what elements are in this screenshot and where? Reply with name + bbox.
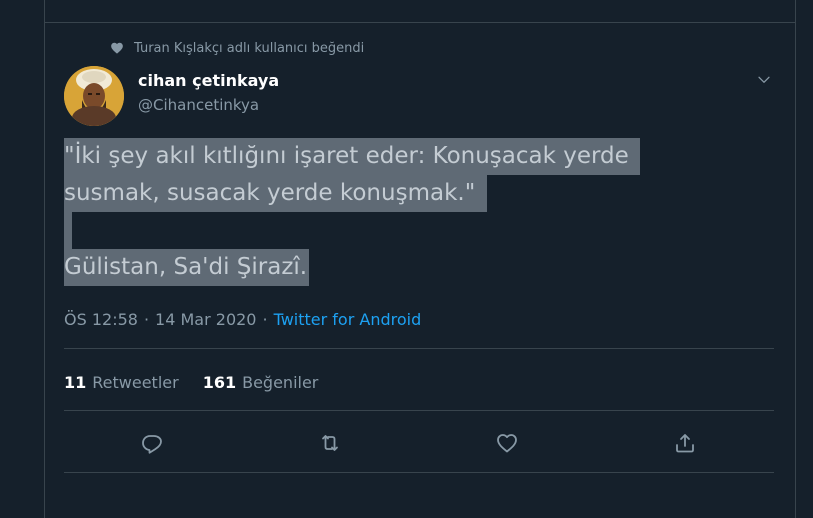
divider bbox=[64, 348, 774, 349]
tweet-text-line-4: Gülistan, Sa'di Şirazî. bbox=[64, 249, 310, 286]
tweet-text-line-2: susmak, susacak yerde konuşmak." bbox=[64, 175, 478, 212]
divider bbox=[64, 410, 774, 411]
chevron-down-icon bbox=[758, 76, 770, 83]
right-gutter bbox=[796, 0, 813, 518]
retweet-button[interactable] bbox=[311, 424, 349, 462]
heart-icon bbox=[111, 42, 123, 54]
tweet-stats: 11 Retweetler 161 Beğeniler bbox=[64, 370, 342, 394]
selection-padding bbox=[630, 138, 641, 175]
likes-count: 161 bbox=[202, 372, 237, 392]
meta-separator: · bbox=[262, 309, 268, 329]
tweet-text: "İki şey akıl kıtlığını işaret eder: Kon… bbox=[64, 138, 641, 286]
tweet-source-link[interactable]: Twitter for Android bbox=[274, 310, 422, 329]
tweet-time[interactable]: ÖS 12:58 bbox=[64, 310, 138, 329]
likes-label: Beğeniler bbox=[242, 372, 319, 392]
author-block: cihan çetinkaya @Cihancetinkya bbox=[138, 70, 279, 116]
more-options-button[interactable] bbox=[754, 70, 774, 90]
social-context-text[interactable]: Turan Kışlakçı adlı kullanıcı beğendi bbox=[134, 41, 364, 56]
avatar-image bbox=[64, 66, 124, 126]
meta-separator: · bbox=[143, 309, 150, 329]
likes-stat[interactable]: 161 Beğeniler bbox=[203, 373, 319, 392]
tweet-text-line: Gülistan, Sa'di Şirazî. bbox=[64, 249, 640, 286]
like-button[interactable] bbox=[488, 424, 526, 462]
divider bbox=[64, 472, 774, 473]
tweet-page: Turan Kışlakçı adlı kullanıcı beğendi ci… bbox=[0, 0, 813, 518]
tweet-text-line: susmak, susacak yerde konuşmak." bbox=[64, 175, 640, 212]
tweet-date[interactable]: 14 Mar 2020 bbox=[155, 310, 256, 329]
tweet-meta: ÖS 12:58 · 14 Mar 2020 · Twitter for And… bbox=[64, 307, 421, 331]
selection-empty-line bbox=[64, 212, 72, 249]
avatar[interactable] bbox=[64, 66, 124, 126]
retweet-icon bbox=[322, 435, 338, 451]
retweets-stat[interactable]: 11 Retweetler bbox=[64, 373, 179, 392]
column-border-left bbox=[44, 0, 45, 518]
tweet-text-blank-line bbox=[64, 212, 640, 249]
tweet-actions bbox=[64, 424, 774, 462]
retweets-count: 11 bbox=[64, 372, 87, 392]
reply-icon bbox=[142, 435, 162, 454]
reply-button[interactable] bbox=[133, 424, 171, 462]
top-divider bbox=[44, 22, 795, 23]
author-name[interactable]: cihan çetinkaya bbox=[138, 70, 279, 92]
social-context: Turan Kışlakçı adlı kullanıcı beğendi bbox=[110, 38, 364, 58]
selection-padding bbox=[477, 175, 487, 212]
retweets-label: Retweetler bbox=[92, 372, 179, 392]
share-button[interactable] bbox=[666, 424, 704, 462]
share-icon bbox=[676, 434, 694, 453]
tweet-text-line: "İki şey akıl kıtlığını işaret eder: Kon… bbox=[64, 138, 641, 175]
author-handle[interactable]: @Cihancetinkya bbox=[138, 94, 279, 116]
tweet-text-line-1: "İki şey akıl kıtlığını işaret eder: Kon… bbox=[64, 138, 631, 175]
heart-icon bbox=[497, 434, 517, 453]
